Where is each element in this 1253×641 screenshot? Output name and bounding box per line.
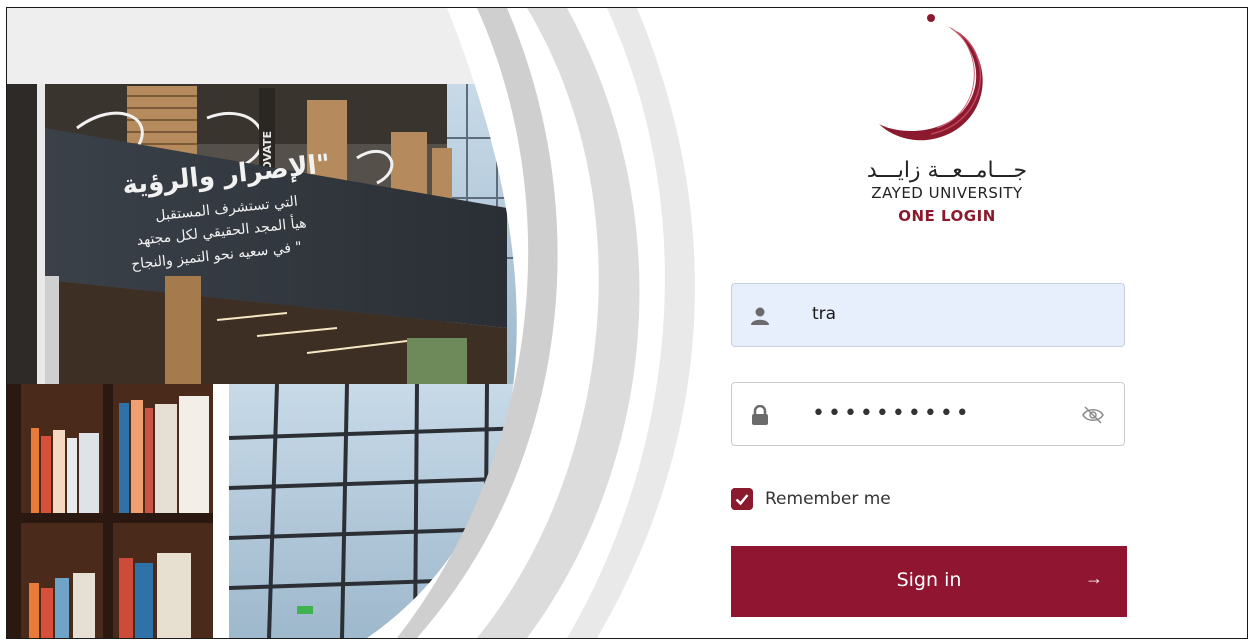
password-value[interactable]: •••••••••• — [812, 401, 972, 426]
sign-in-button[interactable]: Sign in → — [731, 546, 1127, 617]
username-value[interactable]: tra — [812, 304, 836, 324]
login-panel: جـــامــعــة زايـــد ZAYED UNIVERSITY ON… — [727, 8, 1247, 638]
login-page: INNOVATE الإصرار والرؤية" التي تستشرف ال… — [6, 7, 1248, 639]
zayed-university-logo — [879, 14, 983, 141]
eye-slash-icon[interactable] — [1082, 405, 1104, 425]
university-name-arabic: جـــامــعــة زايـــد — [866, 158, 1028, 183]
remember-label[interactable]: Remember me — [765, 489, 891, 509]
remember-checkbox[interactable] — [731, 488, 753, 510]
university-name-english: ZAYED UNIVERSITY — [871, 184, 1023, 202]
lock-icon — [752, 405, 768, 425]
password-field[interactable]: •••••••••• — [731, 382, 1125, 446]
user-icon — [751, 307, 769, 325]
username-field[interactable]: tra — [731, 283, 1125, 347]
sign-in-label: Sign in — [896, 569, 962, 591]
hero-image: INNOVATE الإصرار والرؤية" التي تستشرف ال… — [7, 8, 727, 638]
product-name: ONE LOGIN — [898, 207, 996, 225]
arrow-right-icon: → — [1085, 568, 1103, 588]
